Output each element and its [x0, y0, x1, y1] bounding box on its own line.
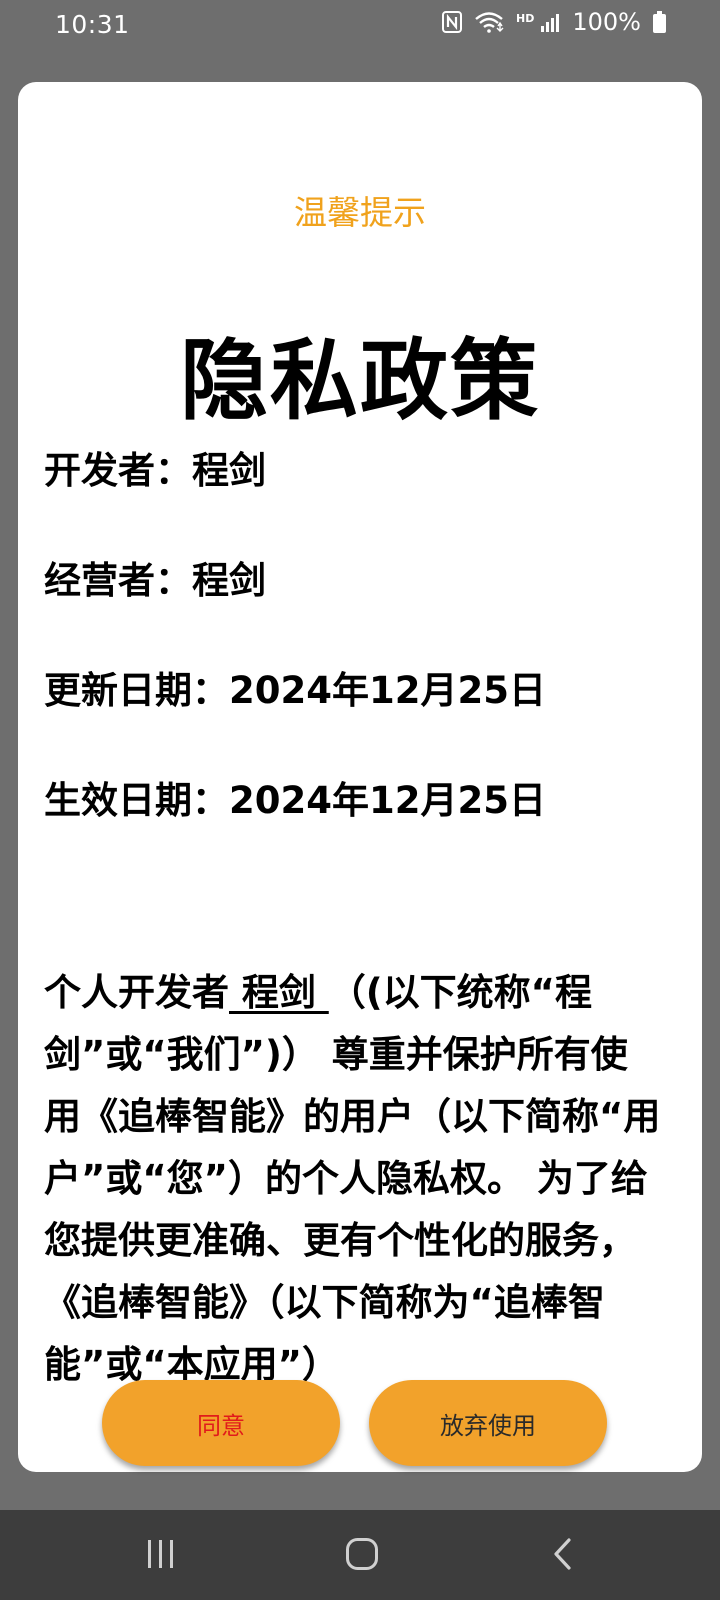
operator-line: 经营者：程剑 [44, 559, 266, 602]
hd-label: HD [516, 11, 535, 25]
decline-button[interactable]: 放弃使用 [369, 1380, 607, 1466]
agree-button[interactable]: 同意 [102, 1380, 340, 1466]
back-icon [551, 1538, 575, 1574]
home-icon [345, 1537, 379, 1575]
effective-date-line: 生效日期：2024年12月25日 [44, 779, 546, 822]
policy-body-text[interactable]: 个人开发者 程剑 （(以下统称“程剑”或“我们”)） 尊重并保护所有使用《追棒智… [44, 962, 664, 1396]
privacy-dialog: 温馨提示 隐私政策 开发者：程剑 经营者：程剑 更新日期：2024年12月25日… [18, 82, 702, 1472]
developer-name-link: 程剑 [229, 971, 329, 1014]
battery-icon [653, 11, 666, 33]
home-button[interactable] [332, 1526, 392, 1586]
dialog-title: 温馨提示 [294, 193, 426, 232]
back-button[interactable] [533, 1526, 593, 1586]
battery-text: 100% [572, 8, 641, 36]
updated-date-line: 更新日期：2024年12月25日 [44, 669, 546, 712]
policy-heading: 隐私政策 [179, 329, 540, 432]
wifi-icon [474, 11, 504, 33]
developer-line: 开发者：程剑 [44, 449, 266, 492]
body-suffix: （(以下统称“程剑”或“我们”)） 尊重并保护所有使用《追棒智能》的用户（以下简… [44, 971, 661, 1386]
status-bar: 10:31 HD 100% [0, 0, 720, 50]
recent-apps-icon [145, 1539, 177, 1573]
status-icons: HD 100% [442, 8, 666, 36]
status-time: 10:31 [55, 10, 130, 39]
body-prefix: 个人开发者 [44, 971, 229, 1014]
recent-apps-button[interactable] [131, 1526, 191, 1586]
nfc-icon [442, 11, 463, 33]
navigation-bar [0, 1510, 720, 1600]
signal-icon [540, 12, 560, 32]
